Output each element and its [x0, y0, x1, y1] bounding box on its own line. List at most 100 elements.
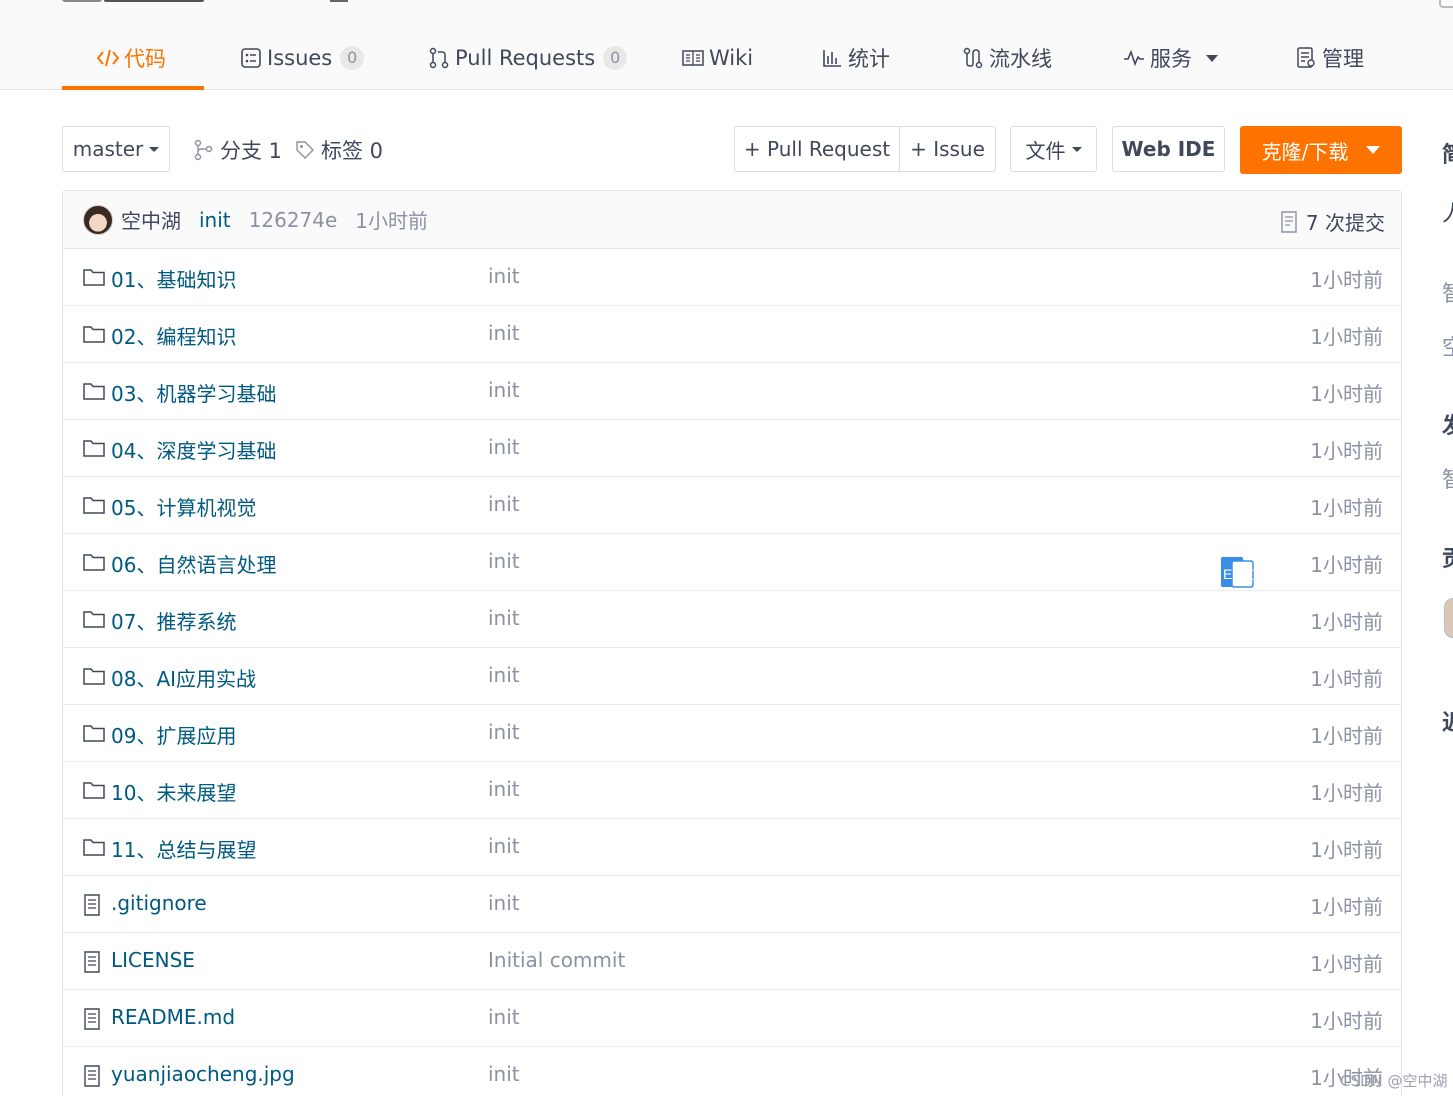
file-commit-time: 1小时前 — [1310, 610, 1383, 634]
tab-service[interactable]: 服务 — [1123, 38, 1218, 78]
branches-link[interactable]: 分支 1 — [194, 136, 282, 164]
file-name-link[interactable]: 10、未来展望 — [111, 777, 236, 806]
file-commit-message[interactable]: init — [488, 891, 520, 915]
file-commit-message[interactable]: init — [488, 321, 520, 345]
file-commit-message[interactable]: init — [488, 663, 520, 687]
tab-label: 服务 — [1150, 47, 1192, 71]
tab-label: 管理 — [1322, 47, 1364, 71]
table-row[interactable]: 04、深度学习基础 init 1小时前 — [63, 420, 1401, 477]
tab-code[interactable]: 代码 — [97, 38, 166, 78]
tags-link[interactable]: 标签 0 — [295, 136, 383, 164]
file-name-link[interactable]: 03、机器学习基础 — [111, 378, 276, 407]
file-commit-time: 1小时前 — [1310, 838, 1383, 862]
contributor-avatar[interactable] — [1444, 598, 1453, 638]
sidebar-fragment: 简 — [1442, 137, 1453, 169]
tab-pipeline[interactable]: 流水线 — [962, 38, 1052, 78]
tab-wiki[interactable]: Wiki — [682, 38, 753, 78]
chevron-down-icon — [1206, 54, 1218, 62]
commit-count-link[interactable]: 7 次提交 — [1280, 207, 1385, 236]
table-row[interactable]: 03、机器学习基础 init 1小时前 — [63, 363, 1401, 420]
commit-author[interactable]: 空中湖 — [121, 205, 181, 234]
file-commit-message[interactable]: init — [488, 549, 520, 573]
table-row[interactable]: 08、AI应用实战 init 1小时前 — [63, 648, 1401, 705]
file-commit-message[interactable]: init — [488, 1005, 520, 1029]
file-name-link[interactable]: LICENSE — [111, 948, 195, 972]
file-name-link[interactable]: 09、扩展应用 — [111, 720, 236, 749]
file-name-link[interactable]: 01、基础知识 — [111, 264, 236, 293]
table-row[interactable]: 09、扩展应用 init 1小时前 — [63, 705, 1401, 762]
folder-icon — [83, 381, 105, 403]
file-name-link[interactable]: yuanjiaocheng.jpg — [111, 1062, 295, 1086]
tab-label: Pull Requests — [455, 46, 596, 70]
file-commit-time: 1小时前 — [1310, 667, 1383, 691]
file-commit-message[interactable]: init — [488, 606, 520, 630]
repo-title-icon-fragment — [330, 0, 348, 2]
branches-label: 分支 1 — [220, 139, 283, 163]
tab-issues[interactable]: Issues 0 — [240, 38, 365, 78]
clone-download-button[interactable]: 克隆/下载 — [1240, 126, 1402, 174]
file-commit-message[interactable]: Initial commit — [488, 948, 625, 972]
pipeline-icon — [962, 47, 984, 69]
new-issue-button[interactable]: + Issue — [899, 126, 996, 172]
folder-icon — [83, 609, 105, 631]
table-row[interactable]: 02、编程知识 init 1小时前 — [63, 306, 1401, 363]
table-row[interactable]: 07、推荐系统 init 1小时前 — [63, 591, 1401, 648]
table-row[interactable]: .gitignore init 1小时前 — [63, 876, 1401, 933]
file-name-link[interactable]: 05、计算机视觉 — [111, 492, 256, 521]
tab-stats[interactable]: 统计 — [821, 38, 890, 78]
table-row[interactable]: 11、总结与展望 init 1小时前 — [63, 819, 1401, 876]
web-ide-button[interactable]: Web IDE — [1112, 126, 1225, 172]
file-commit-message[interactable]: init — [488, 435, 520, 459]
table-row[interactable]: 10、未来展望 init 1小时前 — [63, 762, 1401, 819]
file-name-link[interactable]: 02、编程知识 — [111, 321, 236, 350]
file-name-link[interactable]: 04、深度学习基础 — [111, 435, 276, 464]
table-row[interactable]: 01、基础知识 init 1小时前 — [63, 249, 1401, 306]
repo-icon-fragment — [62, 0, 102, 2]
folder-icon — [83, 666, 105, 688]
file-icon — [83, 894, 105, 916]
commit-message[interactable]: init — [199, 208, 231, 232]
file-name-link[interactable]: 07、推荐系统 — [111, 606, 236, 635]
pull-requests-count-badge: 0 — [603, 46, 628, 70]
file-commit-time: 1小时前 — [1310, 382, 1383, 406]
tab-manage[interactable]: 管理 — [1295, 38, 1364, 78]
table-row[interactable]: README.md init 1小时前 — [63, 990, 1401, 1047]
tab-pull-requests[interactable]: Pull Requests 0 — [428, 38, 628, 78]
file-menu-button[interactable]: 文件 — [1010, 126, 1097, 172]
file-name-link[interactable]: 06、自然语言处理 — [111, 549, 276, 578]
tab-label: Wiki — [709, 46, 754, 70]
folder-icon — [83, 837, 105, 859]
file-commit-message[interactable]: init — [488, 834, 520, 858]
issues-icon — [240, 47, 262, 69]
branch-select[interactable]: master — [62, 126, 170, 172]
branch-icon — [194, 139, 213, 161]
file-name-link[interactable]: 08、AI应用实战 — [111, 663, 256, 692]
table-row[interactable]: yuanjiaocheng.jpg init 1小时前 — [63, 1047, 1401, 1096]
repo-title-fragment — [104, 0, 204, 2]
file-name-link[interactable]: .gitignore — [111, 891, 207, 915]
sidebar-fragment: 贡 — [1442, 541, 1453, 573]
file-commit-message[interactable]: init — [488, 777, 520, 801]
file-name-link[interactable]: 11、总结与展望 — [111, 834, 256, 863]
file-commit-message[interactable]: init — [488, 1062, 520, 1086]
commit-sha[interactable]: 126274e — [249, 208, 338, 232]
issues-count-badge: 0 — [340, 46, 365, 70]
sidebar-fragment: 空 — [1442, 330, 1453, 362]
file-commit-message[interactable]: init — [488, 264, 520, 288]
file-commit-message[interactable]: init — [488, 492, 520, 516]
chevron-down-icon — [1366, 146, 1381, 154]
file-rows: 01、基础知识 init 1小时前 02、编程知识 init 1小时前 03、机器学习基础 i… — [63, 249, 1401, 1096]
table-row[interactable]: 05、计算机视觉 init 1小时前 — [63, 477, 1401, 534]
new-issue-label: + Issue — [910, 137, 985, 161]
translate-icon[interactable]: En文 — [1220, 555, 1254, 589]
new-pull-request-button[interactable]: + Pull Request — [734, 126, 900, 172]
manage-icon — [1295, 47, 1317, 69]
table-row[interactable]: LICENSE Initial commit 1小时前 — [63, 933, 1401, 990]
table-row[interactable]: 06、自然语言处理 init 1小时前 — [63, 534, 1401, 591]
avatar[interactable] — [83, 204, 113, 235]
wiki-icon — [682, 47, 704, 69]
tab-label: Issues — [267, 46, 333, 70]
file-commit-message[interactable]: init — [488, 378, 520, 402]
file-commit-message[interactable]: init — [488, 720, 520, 744]
file-name-link[interactable]: README.md — [111, 1005, 235, 1029]
